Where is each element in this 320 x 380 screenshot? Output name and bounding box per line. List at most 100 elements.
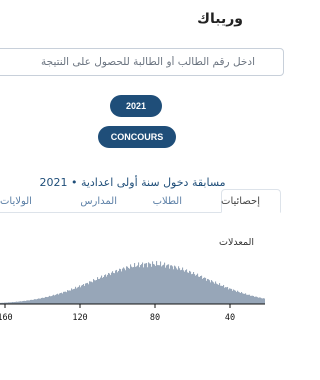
histogram-bar [44, 297, 46, 304]
histogram-bar [216, 283, 218, 304]
histogram-bar [63, 291, 65, 304]
histogram-bar [27, 300, 29, 304]
histogram-bar [36, 299, 38, 304]
histogram-bar [101, 275, 103, 304]
histogram-bar [151, 266, 153, 304]
histogram-bar [158, 265, 160, 304]
histogram-bar [191, 274, 193, 304]
histogram-bar [235, 290, 237, 304]
histogram-bar [262, 298, 264, 304]
histogram-bar [112, 271, 114, 304]
histogram-bar [261, 298, 263, 304]
histogram-bar [150, 263, 152, 304]
histogram-bar [222, 286, 224, 304]
histogram-bar [31, 299, 33, 304]
histogram-bar [86, 283, 88, 304]
histogram-bar [45, 296, 47, 304]
histogram-bar [88, 284, 90, 304]
histogram-bar [119, 268, 121, 304]
histogram-bar [110, 275, 112, 304]
histogram-bar [167, 264, 169, 304]
search-box[interactable] [0, 48, 284, 76]
histogram-bar [133, 267, 135, 304]
histogram-bar [242, 293, 244, 304]
histogram-bar [62, 293, 64, 304]
histogram-bar [109, 273, 111, 304]
histogram-bar [48, 296, 50, 304]
tab-students[interactable]: الطلاب [153, 189, 182, 213]
histogram-bar [60, 292, 62, 304]
histogram-bar [168, 264, 170, 304]
histogram-bar [127, 266, 129, 304]
histogram-bar [236, 292, 238, 304]
histogram-bar [33, 299, 35, 304]
histogram-bar [257, 297, 259, 304]
histogram-bar [74, 288, 76, 304]
histogram-bar [94, 280, 96, 304]
search-input[interactable] [0, 49, 255, 75]
histogram-bar [29, 300, 31, 304]
histogram-bar [41, 297, 43, 304]
histogram-bar [83, 284, 85, 304]
histogram-bar [55, 294, 57, 304]
histogram-bar [135, 266, 137, 304]
histogram-bar [155, 266, 157, 304]
histogram-bar [218, 284, 220, 304]
histogram-bar [213, 282, 215, 304]
histogram-bar [208, 279, 210, 304]
x-tick-label: 160 [0, 313, 13, 323]
histogram-bar [76, 288, 78, 304]
exam-type-button[interactable]: CONCOURS [98, 126, 176, 148]
year-selector-button[interactable]: 2021 [110, 95, 162, 117]
histogram-bar [256, 296, 258, 304]
histogram-bar [153, 264, 155, 304]
x-tick-label: 40 [224, 313, 236, 323]
histogram-bar [178, 266, 180, 304]
histogram-bar [124, 268, 126, 304]
histogram-bar [172, 266, 174, 304]
tab-statistics[interactable]: إحصائيات [221, 189, 281, 213]
histogram-bar [203, 277, 205, 304]
histogram-bar [104, 275, 106, 304]
histogram-bar [78, 286, 80, 304]
histogram-bar [30, 299, 32, 304]
histogram-bar [177, 269, 179, 304]
histogram-bar [154, 264, 156, 304]
histogram-bar [58, 294, 60, 304]
histogram-bar [105, 274, 107, 304]
histogram-bar [253, 295, 255, 304]
histogram-bar [87, 282, 89, 304]
histogram-bar [165, 267, 167, 304]
histogram-bar [169, 268, 171, 304]
histogram-bar [219, 283, 221, 304]
histogram-bar [212, 281, 214, 304]
histogram-bar [197, 273, 199, 304]
x-axis-ticks [4, 304, 231, 308]
histogram-bar [66, 292, 68, 304]
histogram-bar [132, 267, 134, 304]
histogram-bar [185, 270, 187, 304]
histogram-bar [159, 265, 161, 304]
histogram-bar [205, 277, 207, 304]
histogram-bar [38, 298, 40, 304]
histogram-bar [143, 267, 145, 304]
histogram-bar [211, 280, 213, 304]
tab-schools[interactable]: المدارس [80, 189, 117, 213]
histogram-bar [116, 269, 118, 304]
tab-states[interactable]: الولايات [0, 189, 32, 213]
histogram-bar [243, 293, 245, 304]
histogram-bar [125, 270, 127, 304]
histogram-bar [184, 271, 186, 304]
histogram-bar [51, 296, 53, 304]
histogram-bar [71, 288, 73, 304]
histogram-bar [89, 281, 91, 304]
histogram-bar [92, 282, 94, 304]
histogram-bar [239, 292, 241, 304]
histogram-bar [209, 280, 211, 304]
histogram-bar [241, 291, 243, 304]
histogram-bar [53, 294, 55, 304]
histogram-bar [221, 285, 223, 304]
histogram-bar [131, 266, 133, 304]
histogram-bar [72, 289, 74, 304]
histogram-bar [228, 289, 230, 304]
